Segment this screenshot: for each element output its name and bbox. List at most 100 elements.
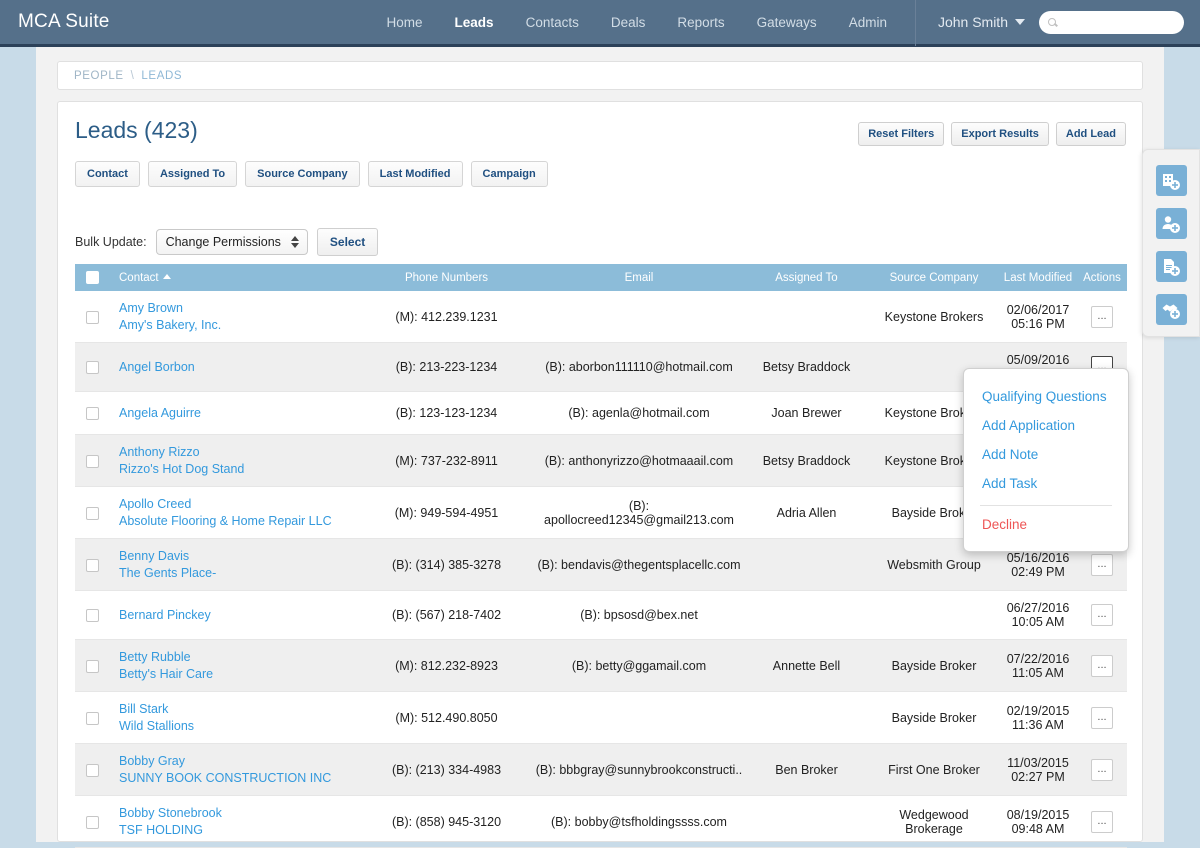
menu-item-qualifying-questions[interactable]: Qualifying Questions [964, 382, 1128, 411]
cell-assigned-to [744, 590, 869, 640]
contact-company-link[interactable]: The Gents Place- [119, 566, 359, 580]
cell-email: (B): bendavis@thegentsplacellc.com [534, 538, 744, 591]
menu-item-add-application[interactable]: Add Application [964, 411, 1128, 440]
top-navbar: MCA Suite Home Leads Contacts Deals Repo… [0, 0, 1200, 47]
contact-name-link[interactable]: Bobby Gray [119, 754, 359, 768]
nav-link-deals[interactable]: Deals [595, 0, 662, 46]
contact-name-link[interactable]: Apollo Creed [119, 497, 359, 511]
cell-contact: Betty Rubble Betty's Hair Care [109, 639, 359, 692]
contact-company-link[interactable]: Wild Stallions [119, 719, 359, 733]
filter-last-modified[interactable]: Last Modified [367, 161, 463, 187]
cell-email [534, 691, 744, 744]
contact-name-link[interactable]: Benny Davis [119, 549, 359, 563]
bulk-update-select[interactable]: Change Permissions [155, 229, 308, 255]
row-checkbox[interactable] [85, 659, 99, 673]
cell-contact: Anthony Rizzo Rizzo's Hot Dog Stand [109, 434, 359, 487]
cell-email: (B): aborbon111110@hotmail.com [534, 342, 744, 392]
filter-contact[interactable]: Contact [75, 161, 140, 187]
nav-link-admin[interactable]: Admin [833, 0, 903, 46]
row-actions-button[interactable]: ... [1091, 706, 1113, 729]
add-document-icon[interactable] [1155, 251, 1187, 282]
row-checkbox[interactable] [85, 454, 99, 468]
contact-name-link[interactable]: Bill Stark [119, 702, 359, 716]
column-header-assigned-to[interactable]: Assigned To [744, 264, 869, 291]
nav-link-home[interactable]: Home [371, 0, 439, 46]
reset-filters-button[interactable]: Reset Filters [858, 122, 945, 146]
search-input[interactable] [1060, 14, 1170, 30]
row-select-cell [75, 342, 109, 392]
row-checkbox[interactable] [85, 609, 99, 623]
row-checkbox[interactable] [85, 506, 99, 520]
nav-link-gateways[interactable]: Gateways [741, 0, 833, 46]
contact-company-link[interactable]: SUNNY BOOK CONSTRUCTION INC [119, 771, 359, 785]
add-contact-icon[interactable] [1155, 208, 1187, 239]
menu-item-add-note[interactable]: Add Note [964, 440, 1128, 469]
global-search[interactable] [1039, 10, 1184, 34]
breadcrumb-current[interactable]: LEADS [141, 70, 182, 82]
add-company-icon[interactable] [1155, 165, 1187, 196]
contact-company-link[interactable]: Absolute Flooring & Home Repair LLC [119, 514, 359, 528]
contact-company-link[interactable]: Amy's Bakery, Inc. [119, 318, 359, 332]
bulk-select-button[interactable]: Select [316, 228, 379, 256]
add-lead-button[interactable]: Add Lead [1055, 122, 1126, 146]
nav-link-leads[interactable]: Leads [439, 0, 510, 46]
contact-company-link[interactable]: Betty's Hair Care [119, 667, 359, 681]
contact-name-link[interactable]: Bobby Stonebrook [119, 806, 359, 820]
row-actions-button[interactable]: ... [1091, 305, 1113, 328]
cell-email: (B): betty@ggamail.com [534, 639, 744, 692]
row-checkbox[interactable] [85, 763, 99, 777]
contact-name-link[interactable]: Anthony Rizzo [119, 445, 359, 459]
row-checkbox[interactable] [85, 310, 99, 324]
bulk-update-row: Bulk Update: Change Permissions Select [75, 228, 379, 256]
table-row: Bill Stark Wild Stallions (M): 512.490.805… [75, 691, 1127, 744]
contact-name-link[interactable]: Bernard Pinckey [119, 608, 359, 622]
cell-contact: Bill Stark Wild Stallions [109, 691, 359, 744]
row-actions-button[interactable]: ... [1091, 810, 1113, 833]
contact-name-link[interactable]: Angel Borbon [119, 360, 359, 374]
column-header-source-company[interactable]: Source Company [869, 264, 999, 291]
row-actions-button[interactable]: ... [1091, 758, 1113, 781]
menu-divider [980, 505, 1112, 506]
column-header-phone[interactable]: Phone Numbers [359, 264, 534, 291]
row-actions-button[interactable]: ... [1091, 553, 1113, 576]
column-header-email[interactable]: Email [534, 264, 744, 291]
cell-last-modified: 02/06/2017 05:16 PM [999, 291, 1077, 343]
app-brand[interactable]: MCA Suite [18, 11, 110, 33]
menu-item-decline[interactable]: Decline [964, 510, 1128, 539]
user-menu[interactable]: John Smith [920, 14, 1039, 30]
table-row: Bernard Pinckey (B): (567) 218-7402 (B): b… [75, 590, 1127, 640]
select-all-checkbox[interactable] [85, 271, 99, 284]
cell-email: (B): anthonyrizzo@hotmaaail.com [534, 434, 744, 487]
table-row: Bobby Gray SUNNY BOOK CONSTRUCTION INC (B)… [75, 743, 1127, 796]
row-actions-button[interactable]: ... [1091, 604, 1113, 626]
chevron-down-icon [1015, 19, 1025, 25]
cell-source-company: Bayside Broker [869, 639, 999, 692]
page-title: Leads (423) [75, 117, 198, 143]
row-checkbox[interactable] [85, 558, 99, 572]
nav-divider [914, 0, 916, 46]
column-header-last-modified[interactable]: Last Modified [999, 264, 1077, 291]
add-deal-icon[interactable] [1155, 294, 1187, 325]
nav-link-reports[interactable]: Reports [661, 0, 740, 46]
contact-name-link[interactable]: Amy Brown [119, 301, 359, 315]
row-checkbox[interactable] [85, 711, 99, 725]
filter-campaign[interactable]: Campaign [470, 161, 548, 187]
row-checkbox[interactable] [85, 815, 99, 829]
row-actions-button[interactable]: ... [1091, 654, 1113, 677]
cell-contact: Apollo Creed Absolute Flooring & Home Rep… [109, 486, 359, 539]
contact-company-link[interactable]: Rizzo's Hot Dog Stand [119, 462, 359, 476]
contact-name-link[interactable]: Betty Rubble [119, 650, 359, 664]
export-results-button[interactable]: Export Results [951, 122, 1049, 146]
contact-name-link[interactable]: Angela Aguirre [119, 406, 359, 420]
breadcrumb-separator: \ [130, 69, 135, 82]
filter-assigned-to[interactable]: Assigned To [147, 161, 238, 187]
contact-company-link[interactable]: TSF HOLDING [119, 823, 359, 837]
row-checkbox[interactable] [85, 407, 99, 421]
leads-table: Contact Phone Numbers Email Assigned To … [75, 264, 1127, 848]
column-header-contact[interactable]: Contact [109, 264, 359, 291]
breadcrumb-root[interactable]: PEOPLE [74, 70, 124, 82]
row-checkbox[interactable] [85, 361, 99, 375]
nav-link-contacts[interactable]: Contacts [510, 0, 595, 46]
menu-item-add-task[interactable]: Add Task [964, 469, 1128, 498]
filter-source-company[interactable]: Source Company [245, 161, 360, 187]
